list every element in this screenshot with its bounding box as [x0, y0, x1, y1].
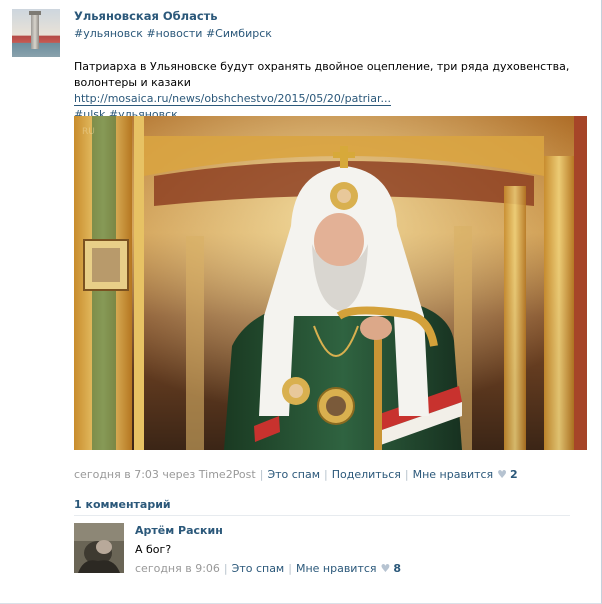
- avatar-illustration: [74, 523, 124, 573]
- separator: |: [259, 468, 264, 481]
- avatar-tower-shape: [29, 11, 41, 49]
- tag-link[interactable]: #новости: [146, 27, 202, 40]
- tag-link[interactable]: #Симбирск: [206, 27, 272, 40]
- post-link[interactable]: http://mosaica.ru/news/obshchestvo/2015/…: [74, 92, 391, 106]
- group-avatar[interactable]: [12, 9, 60, 57]
- comment-meta: сегодня в 9:06 | Это спам | Мне нравится ♥ 8: [135, 562, 401, 575]
- comment-text: А бог?: [135, 543, 172, 556]
- group-name-link[interactable]: Ульяновская Область: [74, 9, 218, 23]
- divider: [74, 515, 570, 516]
- tag-link[interactable]: #ульяновск: [74, 27, 143, 40]
- comment-like-count[interactable]: 8: [393, 562, 401, 575]
- post-meta: сегодня в 7:03 через Time2Post | Это спам |…: [74, 468, 518, 481]
- comment-like-button[interactable]: Мне нравится: [296, 562, 377, 575]
- like-button[interactable]: Мне нравится: [413, 468, 494, 481]
- post-body: Патриарха в Ульяновске будут охранять дв…: [74, 59, 594, 123]
- separator: |: [288, 562, 292, 575]
- heart-icon[interactable]: ♥: [381, 562, 391, 575]
- comments-count-link[interactable]: 1 комментарий: [74, 498, 171, 511]
- comment-time[interactable]: сегодня в 9:06: [135, 562, 220, 575]
- post-text: Патриарха в Ульяновске будут охранять дв…: [74, 60, 570, 89]
- photo-illustration: RU: [74, 116, 587, 450]
- like-count[interactable]: 2: [510, 468, 518, 481]
- svg-text:RU: RU: [82, 127, 95, 137]
- post-time[interactable]: сегодня в 7:03 через Time2Post: [74, 468, 256, 481]
- heart-icon[interactable]: ♥: [497, 468, 507, 481]
- share-button[interactable]: Поделиться: [332, 468, 401, 481]
- separator: |: [404, 468, 409, 481]
- comment-author-name[interactable]: Артём Раскин: [135, 524, 223, 537]
- comment-author-avatar[interactable]: [74, 523, 124, 573]
- separator: |: [324, 468, 328, 481]
- separator: |: [223, 562, 228, 575]
- group-tags: #ульяновск #новости #Симбирск: [74, 27, 272, 40]
- comment-spam-button[interactable]: Это спам: [232, 562, 285, 575]
- post-photo[interactable]: RU: [74, 116, 587, 450]
- spam-button[interactable]: Это спам: [267, 468, 320, 481]
